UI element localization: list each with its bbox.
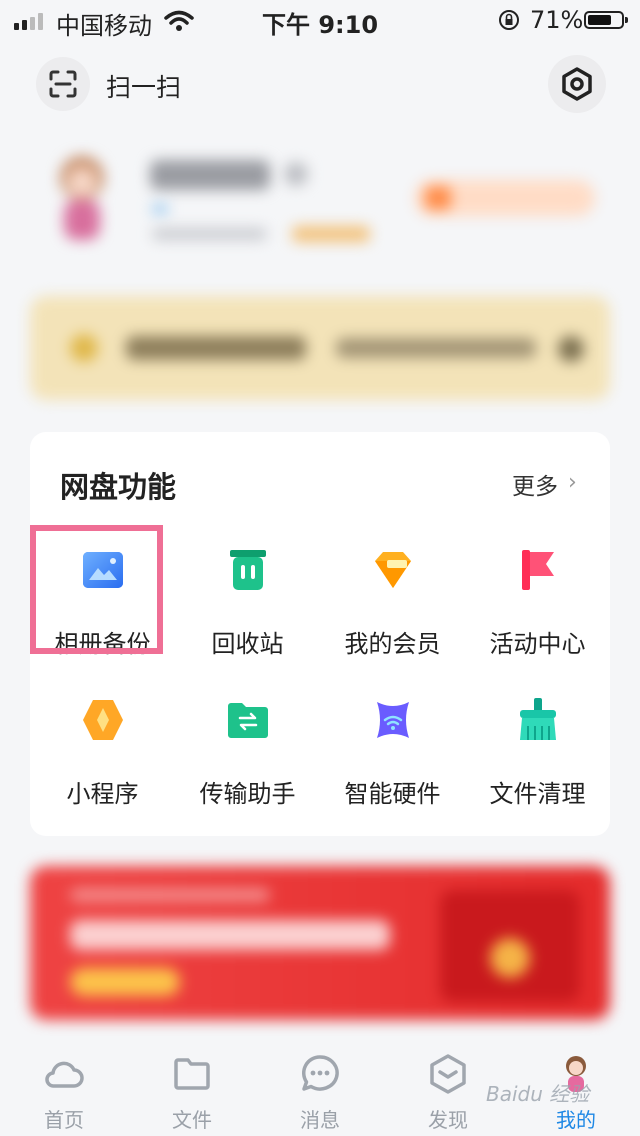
func-file-cleanup[interactable]: 文件清理 bbox=[465, 696, 610, 808]
username-redacted bbox=[150, 160, 270, 190]
tab-files[interactable]: 文件 bbox=[128, 1040, 256, 1136]
tab-home[interactable]: 首页 bbox=[0, 1040, 128, 1136]
func-label: 智能硬件 bbox=[344, 780, 441, 808]
tab-label: 发现 bbox=[428, 1108, 468, 1132]
settings-icon bbox=[562, 67, 592, 101]
mini-program-icon bbox=[82, 700, 123, 740]
functions-title: 网盘功能 bbox=[60, 470, 177, 504]
func-smart-hardware[interactable]: 智能硬件 bbox=[320, 696, 465, 808]
level-badge-redacted bbox=[152, 204, 168, 214]
highlight-frame bbox=[30, 525, 163, 654]
profile-avatar[interactable] bbox=[46, 148, 118, 248]
transfer-folder-icon bbox=[227, 703, 268, 738]
flag-icon bbox=[521, 550, 554, 590]
red-packet-banner-redacted[interactable] bbox=[30, 866, 610, 1020]
watermark: Baidu 经验 bbox=[486, 1082, 590, 1106]
discover-box-icon bbox=[430, 1054, 466, 1094]
folder-icon bbox=[174, 1058, 210, 1090]
func-recycle-bin[interactable]: 回收站 bbox=[175, 546, 320, 658]
diamond-icon bbox=[374, 552, 411, 588]
func-label: 文件清理 bbox=[489, 780, 586, 808]
func-label: 我的会员 bbox=[344, 630, 441, 658]
scan-icon bbox=[49, 70, 77, 98]
tab-label: 消息 bbox=[300, 1108, 340, 1132]
chat-bubble-icon bbox=[301, 1055, 339, 1091]
promo-button-redacted[interactable] bbox=[415, 180, 595, 216]
func-activity-center[interactable]: 活动中心 bbox=[465, 546, 610, 658]
vip-banner-redacted[interactable] bbox=[30, 296, 610, 400]
vip-shield-icon bbox=[284, 162, 308, 186]
member-tag-redacted bbox=[292, 226, 370, 242]
func-transfer-assistant[interactable]: 传输助手 bbox=[175, 696, 320, 808]
func-my-membership[interactable]: 我的会员 bbox=[320, 546, 465, 658]
battery-percent: 71% bbox=[530, 6, 584, 34]
status-bar: 中国移动 下午 9:10 71% bbox=[0, 0, 640, 40]
chevron-right-icon[interactable]: › bbox=[568, 470, 577, 495]
func-label: 小程序 bbox=[66, 780, 139, 808]
scan-button[interactable] bbox=[36, 57, 90, 111]
cloud-icon bbox=[45, 1061, 84, 1088]
broom-icon bbox=[519, 698, 556, 740]
tab-label: 文件 bbox=[172, 1108, 212, 1132]
tab-label: 我的 bbox=[556, 1108, 596, 1132]
func-mini-program[interactable]: 小程序 bbox=[30, 696, 175, 808]
tab-label: 首页 bbox=[44, 1108, 84, 1132]
settings-button[interactable] bbox=[548, 55, 606, 113]
smart-hardware-icon bbox=[376, 702, 409, 738]
tab-messages[interactable]: 消息 bbox=[256, 1040, 384, 1136]
battery-icon bbox=[584, 11, 628, 29]
more-link[interactable]: 更多 bbox=[512, 467, 558, 501]
func-label: 回收站 bbox=[211, 630, 284, 658]
scan-label[interactable]: 扫一扫 bbox=[106, 68, 181, 104]
func-label: 活动中心 bbox=[489, 630, 586, 658]
recycle-bin-icon bbox=[229, 550, 266, 590]
func-label: 传输助手 bbox=[199, 780, 296, 808]
storage-info-redacted bbox=[152, 228, 267, 240]
rotation-lock-icon bbox=[499, 10, 519, 30]
